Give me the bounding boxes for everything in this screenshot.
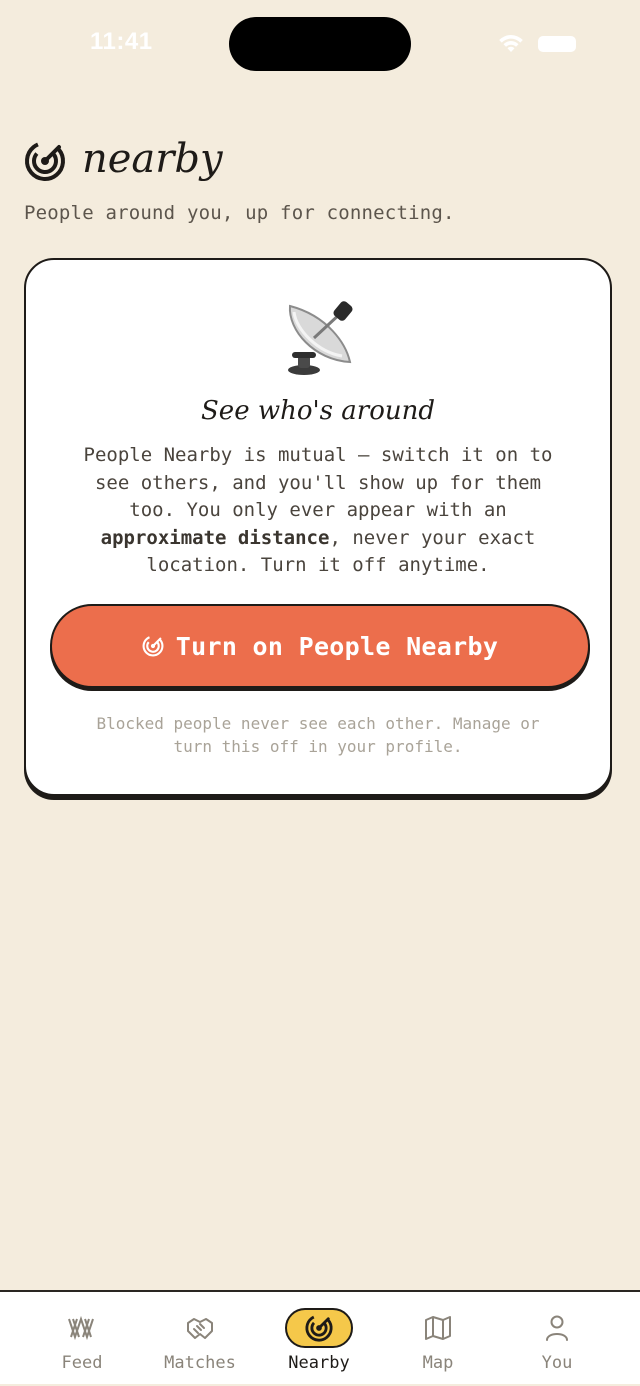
tab-feed-label: Feed: [61, 1353, 103, 1373]
handshake-icon: [187, 1318, 213, 1339]
radar-icon: [142, 635, 164, 657]
turn-on-nearby-label: Turn on People Nearby: [175, 631, 499, 661]
people-nearby-card: See who's around People Nearby is mutual…: [24, 258, 612, 796]
user-icon: [546, 1315, 568, 1341]
tab-feed-icon-wrap: [48, 1308, 116, 1348]
tab-matches[interactable]: Matches: [141, 1292, 259, 1386]
status-time: 11:41: [90, 28, 153, 55]
card-description-text: People Nearby is mutual — switch it on t…: [83, 444, 553, 521]
tab-matches-icon-wrap: [166, 1308, 234, 1348]
card-description: People Nearby is mutual — switch it on t…: [76, 442, 560, 580]
page-title: nearby: [82, 136, 223, 182]
turn-on-nearby-button[interactable]: Turn on People Nearby: [50, 604, 590, 688]
map-icon: [425, 1316, 451, 1340]
radar-icon: [25, 141, 65, 181]
tab-matches-label: Matches: [164, 1353, 236, 1373]
card-heading: See who's around: [201, 396, 435, 426]
tab-you[interactable]: You: [498, 1292, 616, 1386]
tab-nearby-label: Nearby: [288, 1353, 350, 1373]
tab-you-label: You: [541, 1353, 573, 1373]
card-footnote: Blocked people never see each other. Man…: [96, 714, 540, 756]
tab-map-label: Map: [422, 1353, 454, 1373]
page-subtitle: People around you, up for connecting.: [24, 202, 455, 224]
feed-icon: [68, 1315, 94, 1341]
page-header: nearby: [24, 136, 223, 182]
tab-feed[interactable]: Feed: [23, 1292, 141, 1386]
tab-nearby-icon-wrap: [285, 1308, 353, 1348]
tab-bar: Feed Matches Nearby Map You: [0, 1290, 640, 1384]
card-description-bold: approximate distance: [100, 526, 330, 549]
battery-icon: [538, 36, 576, 52]
tab-nearby[interactable]: Nearby: [260, 1292, 378, 1386]
radar-icon: [305, 1314, 333, 1342]
satellite-dish-icon: [288, 301, 353, 375]
dynamic-island: [229, 17, 411, 71]
wifi-icon: [499, 35, 523, 52]
tab-map-icon-wrap: [404, 1308, 472, 1348]
tab-you-icon-wrap: [523, 1308, 591, 1348]
tab-map[interactable]: Map: [379, 1292, 497, 1386]
